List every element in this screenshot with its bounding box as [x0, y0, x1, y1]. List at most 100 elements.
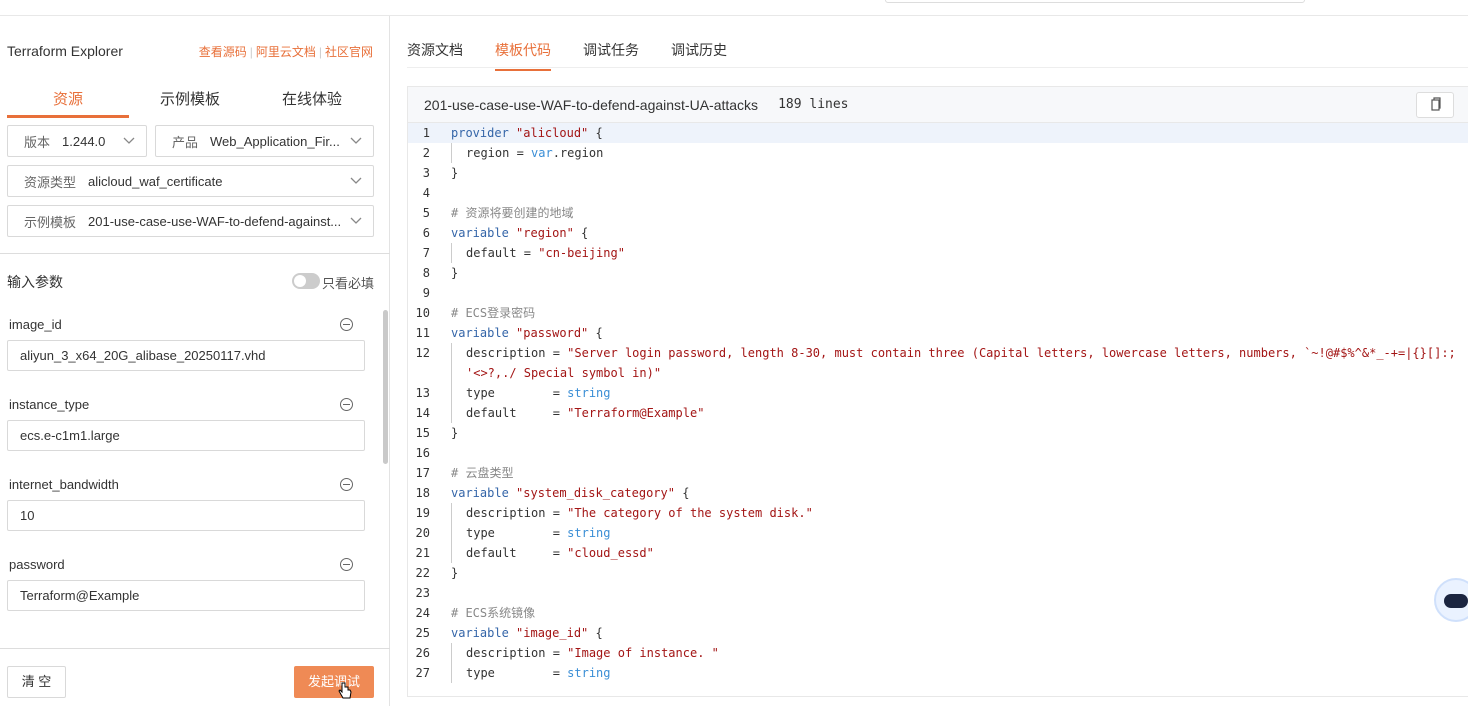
code-line: 9	[408, 283, 1468, 303]
line-number: 4	[422, 186, 430, 200]
line-number: 15	[415, 426, 430, 440]
param-input-password[interactable]: Terraform@Example	[7, 580, 365, 611]
tab-templates[interactable]: 示例模板	[129, 86, 251, 118]
link-source[interactable]: 查看源码	[199, 45, 247, 59]
code-token: }	[451, 166, 459, 180]
link-aliyun-docs[interactable]: 阿里云文档	[256, 45, 316, 59]
resource-type-select[interactable]: 资源类型 alicloud_waf_certificate	[7, 165, 374, 197]
param-label: instance_type	[9, 397, 90, 412]
line-content: }	[451, 423, 458, 443]
template-select[interactable]: 示例模板 201-use-case-use-WAF-to-defend-again…	[7, 205, 374, 237]
code-line: 15}	[408, 423, 1468, 443]
params-title: 输入参数	[7, 274, 63, 290]
code-token: # 云盘类型	[451, 466, 514, 480]
copy-button[interactable]	[1416, 92, 1454, 118]
link-community[interactable]: 社区官网	[325, 45, 373, 59]
line-number: 22	[415, 566, 430, 580]
code-token: }	[451, 266, 459, 280]
param-label: password	[9, 557, 65, 572]
code-token: var	[531, 146, 553, 160]
code-line: 12 description = "Server login password, …	[408, 343, 1468, 363]
product-value: Web_Application_Fir...	[210, 133, 340, 149]
code-token: {	[674, 486, 690, 500]
code-token: string	[567, 666, 611, 680]
line-number: 13	[415, 386, 430, 400]
code-token: "alicloud"	[516, 126, 589, 140]
remove-param-icon[interactable]	[340, 318, 353, 331]
brand-title: Terraform Explorer	[7, 43, 123, 59]
line-number	[408, 363, 430, 383]
resource-type-label: 资源类型	[24, 174, 77, 190]
code-line: 21 default = "cloud_essd"	[408, 543, 1468, 563]
line-content: }	[451, 263, 458, 283]
code-line: 7 default = "cn-beijing"	[408, 243, 1468, 263]
code-line: 2 region = var.region	[408, 143, 1468, 163]
line-number: 20	[415, 526, 430, 540]
line-content: # 资源将要创建的地域	[451, 203, 573, 223]
chevron-down-icon	[350, 177, 362, 184]
code-token: region =	[466, 146, 532, 160]
line-number: 8	[422, 266, 430, 280]
start-debug-button[interactable]: 发起调试	[294, 666, 374, 698]
code-token: {	[573, 226, 589, 240]
code-token: "The category of the system disk."	[567, 506, 813, 520]
code-token: "image_id"	[516, 626, 589, 640]
left-panel: Terraform Explorer 查看源码 | 阿里云文档 | 社区官网 资源 示例…	[0, 16, 390, 706]
version-value: 1.244.0	[62, 133, 106, 149]
code-header: 201-use-case-use-WAF-to-defend-against-U…	[408, 87, 1468, 123]
line-number: 18	[415, 486, 430, 500]
code-lines: 1 provider "alicloud" {2 region = var.regi…	[408, 123, 1468, 683]
top-bar	[0, 0, 1468, 16]
code-token: "system_disk_category"	[516, 486, 675, 500]
params-scrollbar[interactable]	[383, 310, 388, 464]
line-content: description = "Image of instance. "	[451, 643, 719, 663]
code-token: {	[588, 126, 603, 140]
required-only-label: 只看必填	[322, 276, 375, 291]
line-number: 1	[422, 126, 430, 140]
line-number: 23	[415, 586, 430, 600]
code-token: type =	[466, 386, 568, 400]
tab-resources[interactable]: 资源	[7, 86, 129, 118]
line-number: 6	[422, 226, 430, 240]
remove-param-icon[interactable]	[340, 398, 353, 411]
param-input-image-id[interactable]: aliyun_3_x64_20G_alibase_20250117.vhd	[7, 340, 365, 371]
line-content: variable "system_disk_category" {	[451, 483, 689, 503]
clear-button[interactable]: 清 空	[7, 666, 66, 698]
line-content: variable "image_id" {	[451, 623, 603, 643]
line-content: default = "cloud_essd"	[451, 543, 654, 563]
code-token: "Terraform@Example"	[567, 406, 705, 420]
line-content: description = "Server login password, le…	[451, 343, 1456, 363]
code-token: variable	[451, 626, 517, 640]
chevron-down-icon	[350, 217, 362, 224]
version-label: 版本	[24, 134, 51, 150]
code-token: '<>?,./ Special symbol in)"	[466, 366, 662, 380]
template-label: 示例模板	[24, 214, 77, 230]
line-number: 26	[415, 646, 430, 660]
param-input-internet-bandwidth[interactable]: 10	[7, 500, 365, 531]
code-token: variable	[451, 486, 517, 500]
code-token: {	[588, 326, 603, 340]
required-only-toggle[interactable]	[292, 273, 320, 289]
code-line: 26 description = "Image of instance. "	[408, 643, 1468, 663]
left-tabs: 资源 示例模板 在线体验	[7, 86, 373, 118]
code-token: string	[567, 526, 611, 540]
divider	[0, 253, 390, 254]
code-viewer: 201-use-case-use-WAF-to-defend-against-U…	[407, 86, 1468, 697]
code-token: }	[451, 566, 459, 580]
remove-param-icon[interactable]	[340, 478, 353, 491]
code-line: 4	[408, 183, 1468, 203]
line-content: # 云盘类型	[451, 463, 513, 483]
product-select[interactable]: 产品 Web_Application_Fir...	[155, 125, 374, 157]
code-line: 6 variable "region" {	[408, 223, 1468, 243]
template-value: 201-use-case-use-WAF-to-defend-against..…	[88, 213, 342, 229]
code-token: {	[588, 626, 603, 640]
tab-online[interactable]: 在线体验	[251, 86, 373, 118]
line-content: variable "region" {	[451, 223, 588, 243]
code-line: 1 provider "alicloud" {	[408, 123, 1468, 143]
remove-param-icon[interactable]	[340, 558, 353, 571]
top-search-input[interactable]	[885, 0, 1305, 3]
param-input-instance-type[interactable]: ecs.e-c1m1.large	[7, 420, 365, 451]
version-select[interactable]: 版本 1.244.0	[7, 125, 147, 157]
line-number: 12	[415, 346, 430, 360]
code-token: "Server login password, length 8-30, mus…	[567, 346, 1456, 360]
